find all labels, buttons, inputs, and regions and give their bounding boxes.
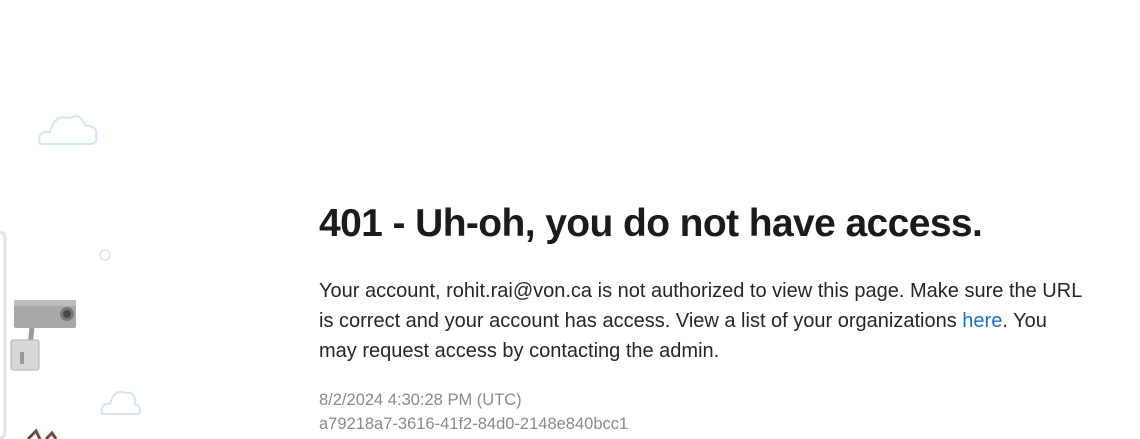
error-message: Your account, rohit.rai@von.ca is not au… [319, 276, 1089, 366]
decorative-plant [26, 428, 58, 439]
activity-id: a79218a7-3616-41f2-84d0-2148e840bcc1 [319, 415, 629, 433]
message-prefix: Your account, [319, 280, 447, 302]
cloud-icon [100, 390, 141, 415]
error-timestamp: 8/2/2024 4:30:28 PM (UTC) [319, 391, 522, 409]
error-content: 401 - Uh-oh, you do not have access. You… [319, 196, 1109, 436]
security-illustration [0, 115, 141, 439]
organizations-link[interactable]: here [962, 310, 1002, 332]
error-title: 401 - Uh-oh, you do not have access. [319, 202, 983, 245]
dot-decoration [99, 249, 111, 261]
wall-edge [0, 230, 7, 439]
security-camera-icon [10, 300, 76, 371]
error-details: 8/2/2024 4:30:28 PM (UTC) a79218a7-3616-… [319, 388, 1109, 436]
account-email: rohit.rai@von.ca [446, 280, 593, 302]
cloud-icon [38, 115, 98, 146]
